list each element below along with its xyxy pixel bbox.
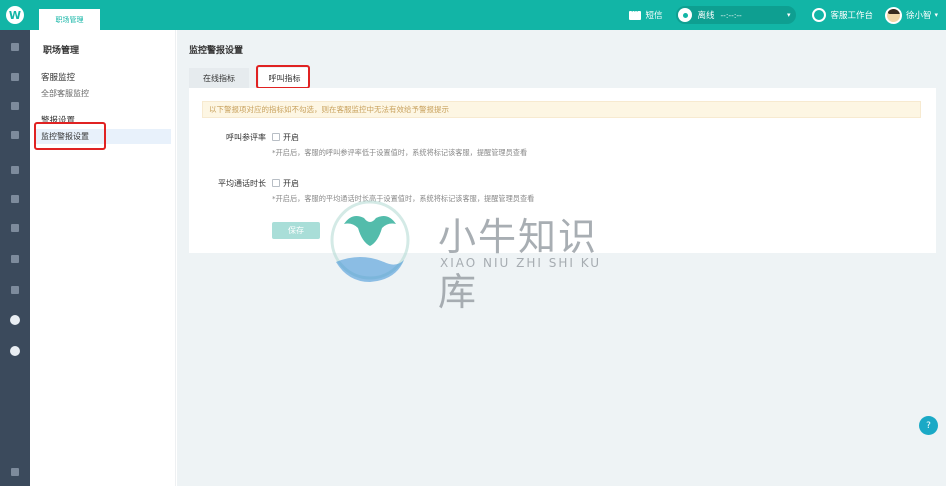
sidebar-title: 职场管理: [43, 46, 80, 56]
top-right-controls: 短信 离线 --:--:-- ▾ 客服工作台 徐小智 ▾: [617, 0, 938, 30]
avg-duration-enable-label[interactable]: 开启: [283, 178, 299, 189]
report-icon[interactable]: [0, 283, 30, 297]
highlight-box: [256, 65, 310, 89]
call-rating-enable-label[interactable]: 开启: [283, 132, 299, 143]
call-rating-hint: *开启后，客服的呼叫参评率低于设置值时，系统将标记该客服，提醒管理员查看: [272, 148, 528, 157]
help-button[interactable]: ?: [919, 416, 938, 435]
sidebar-item-all-monitor[interactable]: 全部客服监控: [41, 88, 89, 99]
status-select[interactable]: 离线 --:--:-- ▾: [676, 6, 797, 24]
user-name: 徐小智: [905, 11, 932, 21]
search-icon[interactable]: [0, 221, 30, 235]
staff-icon[interactable]: [0, 313, 30, 327]
workspace-button[interactable]: 客服工作台: [812, 8, 873, 22]
notice-banner: 以下警报项对应的指标如不勾选，则在客服监控中无法有效给予警报提示: [202, 101, 921, 118]
save-button[interactable]: 保存: [272, 222, 320, 239]
left-rail: [0, 30, 30, 486]
call-rating-checkbox[interactable]: [272, 133, 280, 141]
gear-icon[interactable]: [0, 252, 30, 266]
account-icon[interactable]: [0, 344, 30, 358]
row-label-avg-duration: 平均通话时长: [218, 179, 266, 188]
avatar: [884, 6, 902, 24]
chat-icon[interactable]: [0, 128, 30, 142]
sidebar-group-monitor: 客服监控: [41, 73, 76, 83]
sms-label: 短信: [645, 11, 663, 21]
home-icon[interactable]: [0, 40, 30, 54]
page-title: 监控警报设置: [189, 46, 244, 56]
status-dot-icon: [678, 8, 693, 22]
doc-icon[interactable]: [0, 99, 30, 113]
status-time: --:--:--: [720, 10, 742, 20]
module-tab[interactable]: 职场管理: [39, 9, 100, 30]
main-content: 监控警报设置 在线指标 呼叫指标 以下警报项对应的指标如不勾选，则在客服监控中无…: [177, 30, 946, 486]
app-logo[interactable]: W: [6, 6, 24, 24]
settings-panel: 以下警报项对应的指标如不勾选，则在客服监控中无法有效给予警报提示 呼叫参评率 开…: [189, 88, 936, 253]
row-label-call-rating: 呼叫参评率: [226, 133, 266, 142]
chevron-down-icon: ▾: [934, 11, 938, 19]
avg-duration-hint: *开启后，客服的平均通话时长高于设置值时，系统将标记该客服，提醒管理员查看: [272, 194, 535, 203]
sidebar: 职场管理 客服监控 全部客服监控 警报设置 监控警报设置: [30, 30, 176, 486]
workspace-label: 客服工作台: [830, 11, 873, 21]
avg-duration-checkbox[interactable]: [272, 179, 280, 187]
headset-icon: [812, 8, 827, 22]
tab-online-metrics[interactable]: 在线指标: [189, 68, 249, 88]
grid-icon[interactable]: [0, 70, 30, 84]
bell-icon[interactable]: [0, 465, 30, 479]
highlight-box: [34, 122, 106, 150]
user-menu[interactable]: 徐小智 ▾: [884, 6, 938, 24]
user-icon[interactable]: [0, 163, 30, 177]
chart-icon[interactable]: [0, 192, 30, 206]
status-label: 离线: [697, 11, 715, 21]
chevron-down-icon: ▾: [786, 11, 791, 19]
sms-button[interactable]: 短信: [629, 8, 663, 21]
top-bar: W 职场管理 短信 离线 --:--:-- ▾ 客服工作台 徐小智 ▾: [0, 0, 946, 30]
sms-icon: [629, 8, 642, 20]
